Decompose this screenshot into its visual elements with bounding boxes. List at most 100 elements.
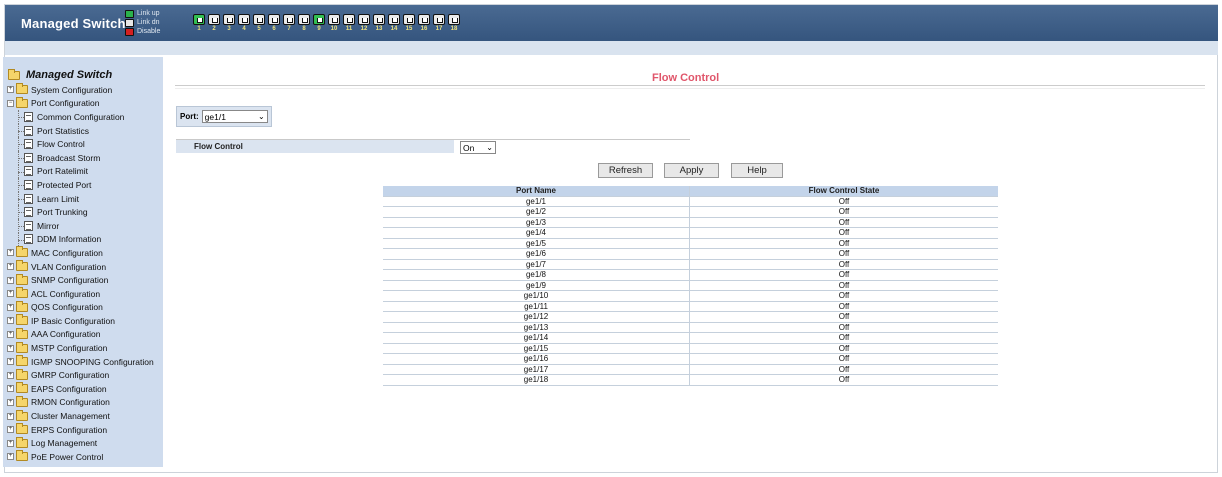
expand-icon[interactable]: +: [7, 290, 14, 298]
sidebar-item-mirror[interactable]: Mirror: [7, 218, 163, 233]
ethernet-port-icon: [328, 14, 340, 25]
sidebar-item-system-configuration[interactable]: + System Configuration: [7, 83, 163, 97]
sidebar-item-label: DDM Information: [37, 234, 102, 245]
port-9[interactable]: 9: [313, 14, 325, 33]
sidebar-item-igmp-snooping-configuration[interactable]: + IGMP SNOOPING Configuration: [7, 355, 163, 369]
expand-icon[interactable]: +: [7, 385, 14, 393]
apply-button[interactable]: Apply: [664, 163, 719, 178]
page-icon: [24, 152, 33, 163]
port-13[interactable]: 13: [373, 14, 385, 33]
folder-icon: [16, 368, 28, 380]
sidebar-item-protected-port[interactable]: Protected Port: [7, 178, 163, 192]
port-17[interactable]: 17: [433, 14, 445, 33]
port-11[interactable]: 11: [343, 14, 355, 33]
port-4[interactable]: 4: [238, 14, 250, 33]
expand-icon[interactable]: +: [7, 249, 14, 257]
sidebar-item-port-ratelimit[interactable]: Port Ratelimit: [7, 164, 163, 179]
port-8[interactable]: 8: [298, 14, 310, 33]
port-12[interactable]: 12: [358, 14, 370, 33]
table-row: ge1/10 Off: [383, 291, 998, 302]
folder-icon: [16, 341, 28, 353]
expand-icon[interactable]: +: [7, 330, 14, 338]
expand-icon[interactable]: +: [7, 371, 14, 379]
table-row: ge1/12 Off: [383, 312, 998, 323]
page-icon: [24, 220, 33, 231]
sidebar-item-label: ACL Configuration: [31, 288, 101, 299]
port-6[interactable]: 6: [268, 14, 280, 33]
port-3[interactable]: 3: [223, 14, 235, 33]
expand-icon[interactable]: +: [7, 263, 14, 271]
sidebar-item-qos-configuration[interactable]: + QOS Configuration: [7, 300, 163, 315]
expand-icon[interactable]: +: [7, 317, 14, 325]
ethernet-port-icon: [253, 14, 265, 25]
sidebar-item-cluster-management[interactable]: + Cluster Management: [7, 409, 163, 423]
port-number: 5: [257, 26, 261, 32]
folder-icon: [16, 450, 28, 462]
sidebar-item-broadcast-storm[interactable]: Broadcast Storm: [7, 150, 163, 165]
expand-icon[interactable]: +: [7, 412, 14, 420]
port-18[interactable]: 18: [448, 14, 460, 33]
sidebar-item-common-configuration[interactable]: Common Configuration: [7, 110, 163, 124]
sidebar-item-aaa-configuration[interactable]: + AAA Configuration: [7, 327, 163, 342]
sidebar-item-port-statistics[interactable]: Port Statistics: [7, 123, 163, 138]
refresh-button[interactable]: Refresh: [598, 163, 653, 178]
sidebar-item-mstp-configuration[interactable]: + MSTP Configuration: [7, 341, 163, 355]
sidebar-item-port-configuration[interactable]: − Port Configuration: [7, 96, 163, 111]
expand-icon[interactable]: +: [7, 86, 14, 94]
sidebar-item-poe-power-control[interactable]: + PoE Power Control: [7, 450, 163, 464]
column-header-port-name: Port Name: [383, 186, 690, 196]
sidebar-item-vlan-configuration[interactable]: + VLAN Configuration: [7, 260, 163, 274]
port-10[interactable]: 10: [328, 14, 340, 33]
ethernet-port-icon: [193, 14, 205, 25]
expand-icon[interactable]: +: [7, 426, 14, 434]
sidebar-item-ddm-information[interactable]: DDM Information: [7, 232, 163, 247]
header-bar: Managed Switch Link up Link dn Disable 123…: [5, 5, 1218, 41]
port-1[interactable]: 1: [193, 14, 205, 33]
port-number: 4: [242, 26, 246, 32]
sidebar-item-label: Common Configuration: [37, 111, 125, 122]
expand-icon[interactable]: +: [7, 398, 14, 406]
sidebar-item-mac-configuration[interactable]: + MAC Configuration: [7, 246, 163, 260]
table-row: ge1/6 Off: [383, 249, 998, 260]
sidebar-item-label: SNMP Configuration: [31, 275, 109, 286]
expand-icon[interactable]: +: [7, 453, 14, 461]
sidebar-item-gmrp-configuration[interactable]: + GMRP Configuration: [7, 368, 163, 382]
port-2[interactable]: 2: [208, 14, 220, 33]
expand-icon[interactable]: +: [7, 358, 14, 366]
page-icon: [24, 111, 33, 122]
port-14[interactable]: 14: [388, 14, 400, 33]
sidebar-item-snmp-configuration[interactable]: + SNMP Configuration: [7, 273, 163, 287]
tree-root[interactable]: Managed Switch: [8, 68, 112, 81]
sidebar-item-label: IGMP SNOOPING Configuration: [31, 356, 154, 367]
sidebar-item-acl-configuration[interactable]: + ACL Configuration: [7, 287, 163, 301]
flow-state-cell: Off: [838, 333, 850, 342]
ethernet-port-icon: [403, 14, 415, 25]
port-name-cell: ge1/18: [383, 375, 690, 385]
sidebar-item-eaps-configuration[interactable]: + EAPS Configuration: [7, 382, 163, 396]
expand-icon[interactable]: +: [7, 344, 14, 352]
sidebar-item-log-management[interactable]: + Log Management: [7, 436, 163, 450]
folder-icon: [16, 83, 28, 95]
sidebar-item-learn-limit[interactable]: Learn Limit: [7, 191, 163, 206]
expand-icon[interactable]: +: [7, 439, 14, 447]
expand-icon[interactable]: +: [7, 276, 14, 284]
legend-label: Link up: [137, 10, 160, 17]
port-select[interactable]: ge1/1 ⌄: [201, 110, 268, 123]
port-15[interactable]: 15: [403, 14, 415, 33]
help-button[interactable]: Help: [731, 163, 783, 178]
flow-control-select[interactable]: On ⌄: [460, 141, 496, 154]
sidebar-item-port-trunking[interactable]: Port Trunking: [7, 205, 163, 219]
flow-state-cell: Off: [838, 301, 850, 311]
expand-icon[interactable]: +: [7, 303, 14, 311]
port-16[interactable]: 16: [418, 14, 430, 33]
sidebar-item-label: PoE Power Control: [31, 451, 104, 462]
sidebar-item-rmon-configuration[interactable]: + RMON Configuration: [7, 395, 163, 410]
page-icon: [24, 207, 33, 218]
folder-icon: [16, 287, 28, 299]
port-7[interactable]: 7: [283, 14, 295, 33]
sidebar-item-erps-configuration[interactable]: + ERPS Configuration: [7, 423, 163, 437]
collapse-icon[interactable]: −: [7, 99, 14, 107]
sidebar-item-flow-control[interactable]: Flow Control: [7, 137, 163, 151]
sidebar-item-ip-basic-configuration[interactable]: + IP Basic Configuration: [7, 314, 163, 328]
port-5[interactable]: 5: [253, 14, 265, 33]
